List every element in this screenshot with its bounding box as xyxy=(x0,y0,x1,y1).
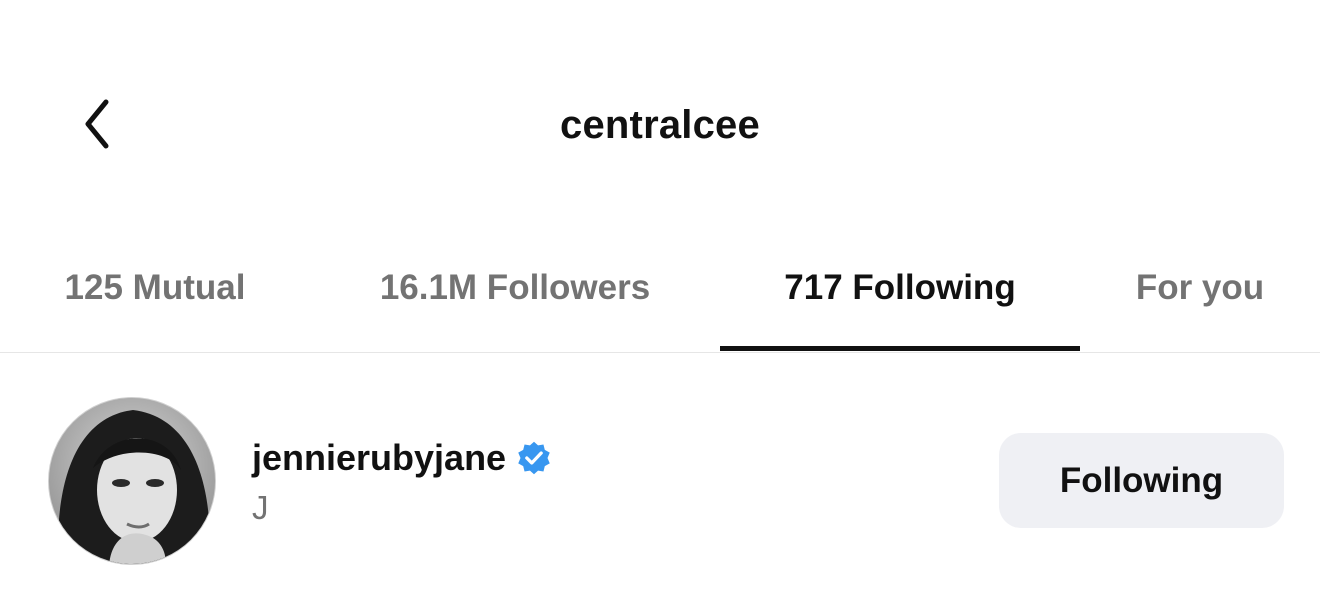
top-bar: centralcee xyxy=(0,0,1320,250)
verified-badge-icon xyxy=(516,440,552,476)
list-item[interactable]: jennierubyjane J Following xyxy=(0,380,1320,580)
page-title: centralcee xyxy=(560,103,760,147)
tab-following[interactable]: 717 Following xyxy=(720,250,1080,352)
tab-bar: 125 Mutual 16.1M Followers 717 Following… xyxy=(0,250,1320,353)
tab-followers[interactable]: 16.1M Followers xyxy=(310,250,720,352)
avatar[interactable] xyxy=(48,397,216,565)
username-line: jennierubyjane xyxy=(252,435,552,481)
following-button[interactable]: Following xyxy=(999,433,1284,528)
tab-mutual[interactable]: 125 Mutual xyxy=(0,250,310,352)
active-tab-indicator xyxy=(720,346,1080,351)
username[interactable]: jennierubyjane xyxy=(252,437,506,479)
tab-for-you[interactable]: For you xyxy=(1080,250,1320,352)
full-name: J xyxy=(252,489,269,526)
